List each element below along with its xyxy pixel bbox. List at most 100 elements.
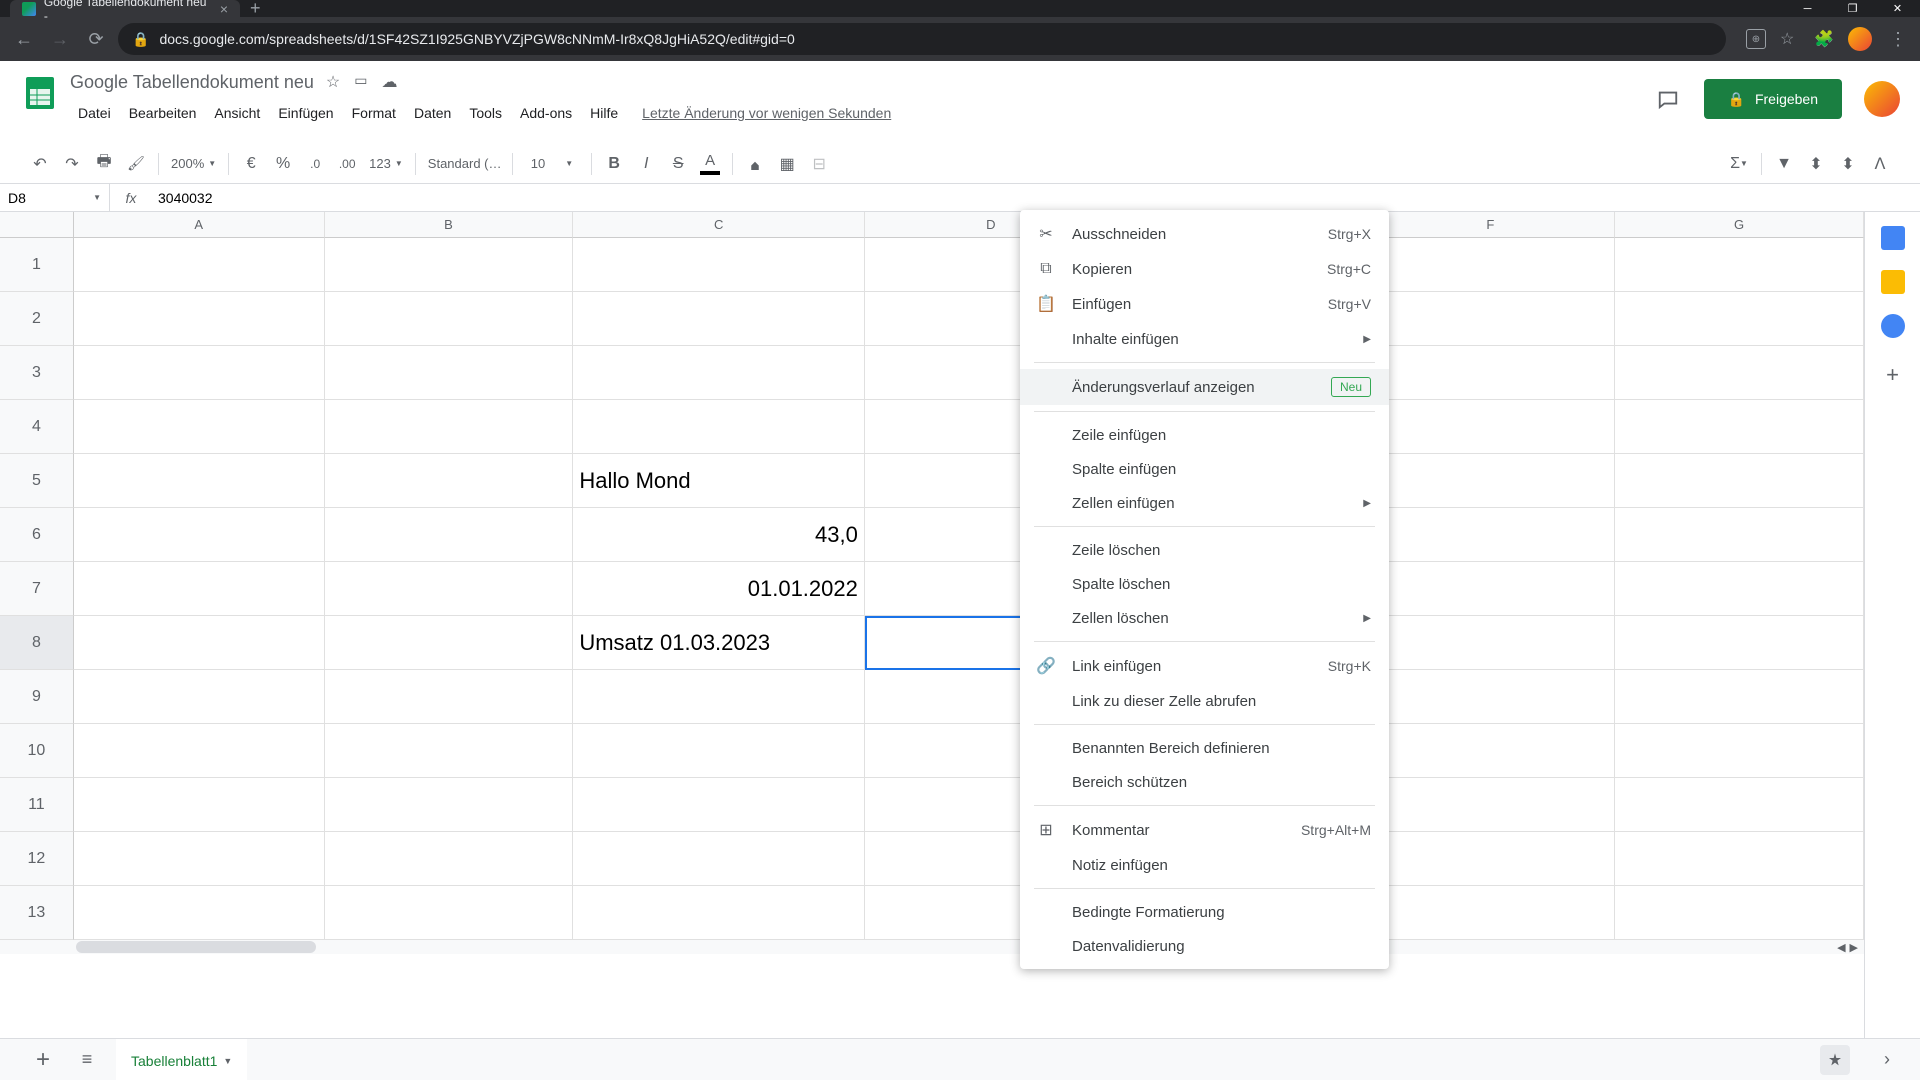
row-header[interactable]: 13	[0, 886, 74, 940]
cell-G10[interactable]	[1615, 724, 1864, 778]
sheets-logo[interactable]	[20, 73, 60, 113]
sort-button[interactable]: ⬍	[1834, 150, 1862, 178]
context-menu-item[interactable]: •Zeile löschen	[1020, 533, 1389, 567]
collapse-toolbar-button[interactable]: ᐱ	[1866, 154, 1894, 174]
context-menu-item[interactable]: 📋EinfügenStrg+V	[1020, 286, 1389, 322]
increase-decimal-button[interactable]: .00	[333, 150, 361, 178]
col-header-A[interactable]: A	[74, 212, 325, 238]
cell-F9[interactable]	[1366, 670, 1615, 724]
cell-G2[interactable]	[1615, 292, 1864, 346]
browser-menu-icon[interactable]: ⋮	[1886, 29, 1910, 50]
cell-B10[interactable]	[325, 724, 574, 778]
zoom-dropdown[interactable]: 200% ▼	[167, 156, 220, 171]
context-menu-item[interactable]: ⧉KopierenStrg+C	[1020, 252, 1389, 286]
zoom-indicator-icon[interactable]: ⊕	[1746, 29, 1766, 49]
menu-format[interactable]: Format	[344, 101, 404, 125]
sheet-tab[interactable]: Tabellenblatt1 ▼	[116, 1039, 247, 1080]
cell-A5[interactable]	[74, 454, 325, 508]
cell-B9[interactable]	[325, 670, 574, 724]
filter-button[interactable]: ▼	[1770, 150, 1798, 178]
cell-C11[interactable]	[573, 778, 865, 832]
close-tab-icon[interactable]: ×	[220, 1, 228, 17]
row-header[interactable]: 1	[0, 238, 74, 292]
functions-button[interactable]: Σ ▼	[1725, 150, 1753, 178]
user-avatar[interactable]	[1864, 81, 1900, 117]
row-header[interactable]: 5	[0, 454, 74, 508]
context-menu-item[interactable]: •Notiz einfügen	[1020, 848, 1389, 882]
cell-F7[interactable]	[1366, 562, 1615, 616]
cell-C6[interactable]: 43,0	[573, 508, 865, 562]
cell-C4[interactable]	[573, 400, 865, 454]
borders-button[interactable]: ▦	[773, 150, 801, 178]
context-menu-item[interactable]: •Spalte löschen	[1020, 567, 1389, 601]
number-format-dropdown[interactable]: 123 ▼	[365, 156, 407, 171]
cell-G4[interactable]	[1615, 400, 1864, 454]
currency-button[interactable]: €	[237, 150, 265, 178]
move-icon[interactable]: ▭	[354, 72, 367, 92]
all-sheets-button[interactable]: ≡	[72, 1049, 102, 1070]
strikethrough-button[interactable]: S	[664, 150, 692, 178]
reload-button[interactable]: ⟳	[82, 25, 110, 53]
cell-F12[interactable]	[1366, 832, 1615, 886]
cell-B2[interactable]	[325, 292, 574, 346]
cell-G9[interactable]	[1615, 670, 1864, 724]
cell-B6[interactable]	[325, 508, 574, 562]
cell-C1[interactable]	[573, 238, 865, 292]
row-header[interactable]: 7	[0, 562, 74, 616]
cell-B1[interactable]	[325, 238, 574, 292]
cell-B7[interactable]	[325, 562, 574, 616]
menu-datei[interactable]: Datei	[70, 101, 119, 125]
sheet-nav-right[interactable]: ›	[1884, 1049, 1890, 1070]
menu-daten[interactable]: Daten	[406, 101, 459, 125]
cell-C13[interactable]	[573, 886, 865, 940]
new-tab-button[interactable]: +	[250, 0, 261, 19]
cell-C8[interactable]: Umsatz 01.03.2023	[573, 616, 865, 670]
cell-C3[interactable]	[573, 346, 865, 400]
cell-C12[interactable]	[573, 832, 865, 886]
cell-F4[interactable]	[1366, 400, 1615, 454]
cell-C5[interactable]: Hallo Mond	[573, 454, 865, 508]
cell-F1[interactable]	[1366, 238, 1615, 292]
cell-G12[interactable]	[1615, 832, 1864, 886]
row-header[interactable]: 9	[0, 670, 74, 724]
row-header[interactable]: 2	[0, 292, 74, 346]
col-header-C[interactable]: C	[573, 212, 865, 238]
cell-F8[interactable]	[1366, 616, 1615, 670]
cell-C7[interactable]: 01.01.2022	[573, 562, 865, 616]
context-menu-item[interactable]: •Bereich schützen	[1020, 765, 1389, 799]
cell-G3[interactable]	[1615, 346, 1864, 400]
col-header-B[interactable]: B	[325, 212, 574, 238]
cloud-status-icon[interactable]: ☁	[381, 72, 397, 92]
bold-button[interactable]: B	[600, 150, 628, 178]
cell-A9[interactable]	[74, 670, 325, 724]
row-header[interactable]: 6	[0, 508, 74, 562]
scroll-thumb[interactable]	[76, 941, 316, 953]
comments-button[interactable]	[1648, 79, 1688, 119]
font-dropdown[interactable]: Standard (… ▼	[424, 156, 504, 171]
star-icon[interactable]: ☆	[1780, 29, 1800, 49]
cell-G13[interactable]	[1615, 886, 1864, 940]
row-header[interactable]: 8	[0, 616, 74, 670]
menu-bearbeiten[interactable]: Bearbeiten	[121, 101, 205, 125]
context-menu-item[interactable]: •Zellen einfügen▶	[1020, 486, 1389, 520]
row-header[interactable]: 4	[0, 400, 74, 454]
formula-input[interactable]: 3040032	[152, 190, 213, 206]
context-menu-item[interactable]: •Bedingte Formatierung	[1020, 895, 1389, 929]
print-button[interactable]: 🖶	[90, 150, 118, 178]
select-all-corner[interactable]	[0, 212, 74, 238]
menu-add-ons[interactable]: Add-ons	[512, 101, 580, 125]
context-menu-item[interactable]: •Link zu dieser Zelle abrufen	[1020, 684, 1389, 718]
cell-G6[interactable]	[1615, 508, 1864, 562]
cell-F2[interactable]	[1366, 292, 1615, 346]
italic-button[interactable]: I	[632, 150, 660, 178]
row-header[interactable]: 10	[0, 724, 74, 778]
add-addon-button[interactable]: +	[1886, 362, 1899, 388]
context-menu-item[interactable]: •Datenvalidierung	[1020, 929, 1389, 963]
cell-F5[interactable]	[1366, 454, 1615, 508]
doc-title[interactable]: Google Tabellendokument neu	[70, 72, 314, 93]
menu-tools[interactable]: Tools	[461, 101, 510, 125]
cell-A3[interactable]	[74, 346, 325, 400]
cell-B13[interactable]	[325, 886, 574, 940]
horizontal-scrollbar[interactable]: ◀ ▶	[0, 940, 1864, 954]
scroll-left-button[interactable]: ◀	[1837, 941, 1845, 954]
